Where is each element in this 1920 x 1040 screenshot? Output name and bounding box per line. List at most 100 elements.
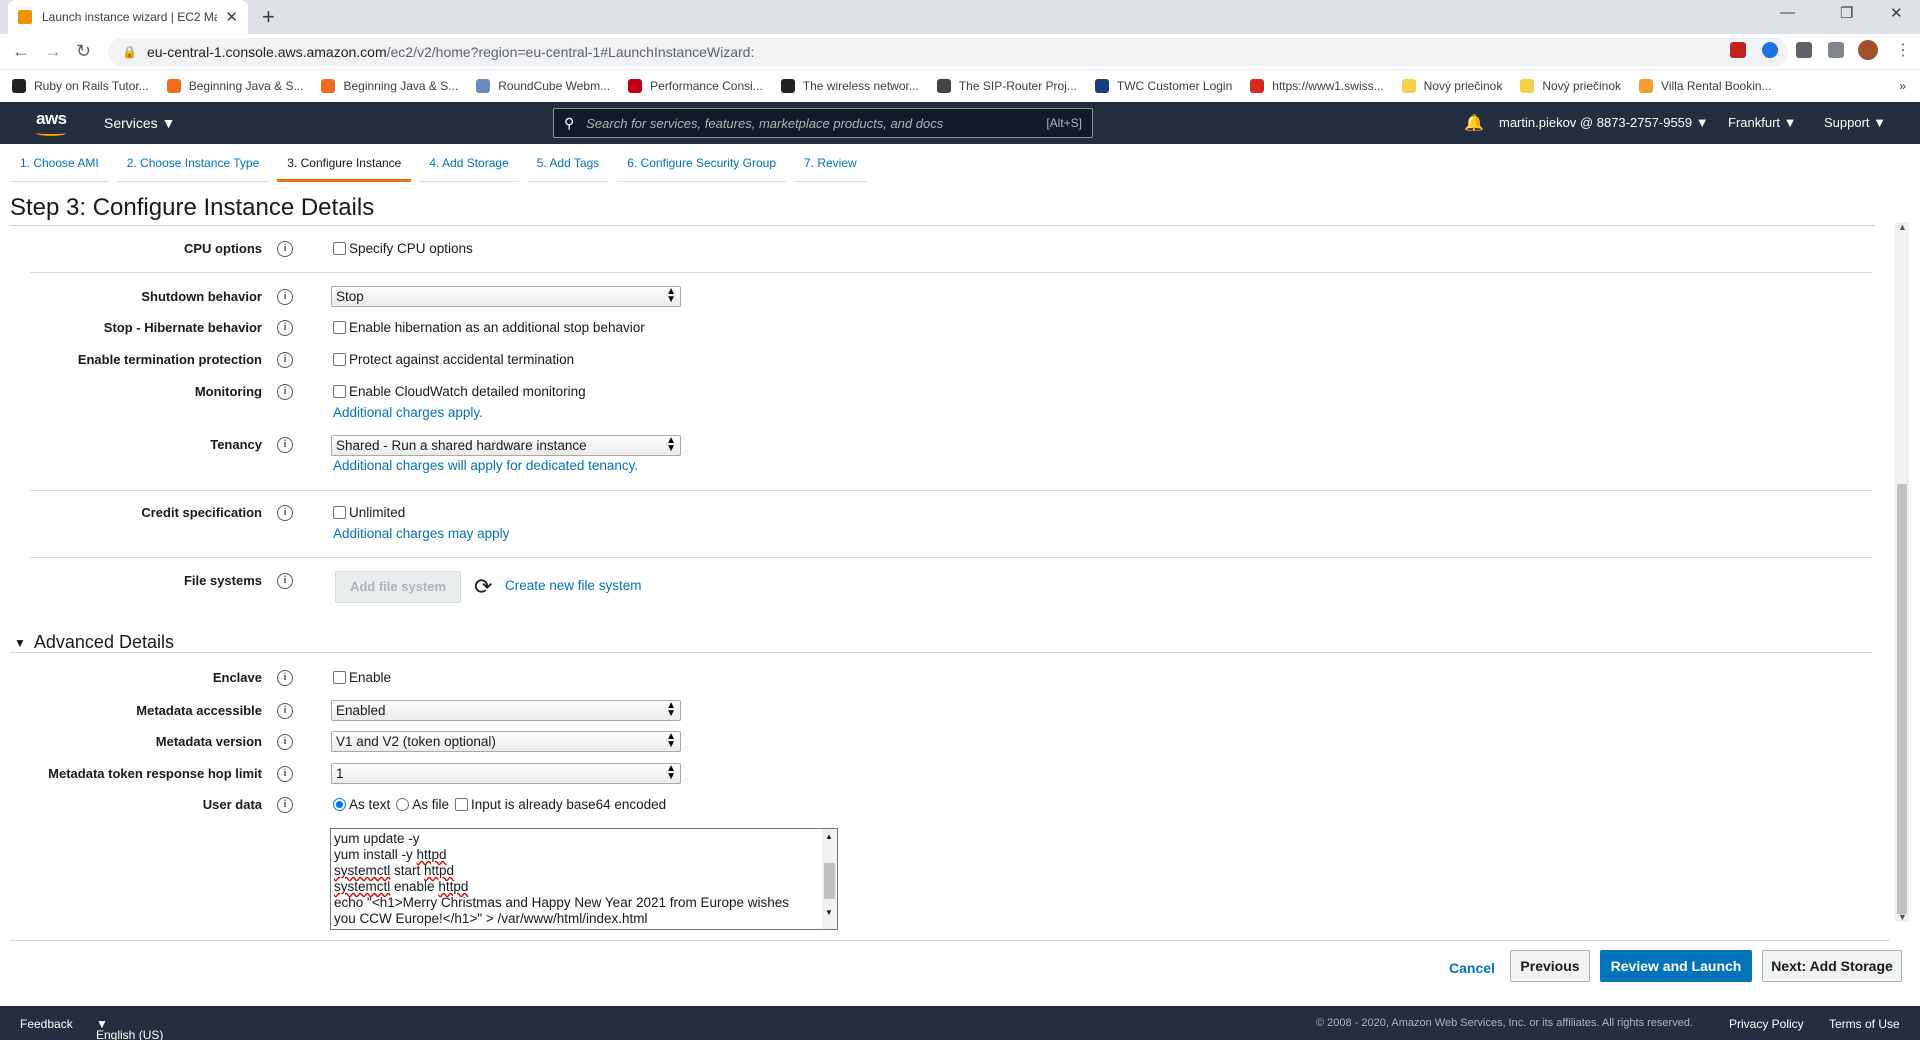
close-tab-icon[interactable]: ✕ (225, 8, 238, 26)
caret-down-icon: ▼ (14, 635, 26, 650)
monitoring-checkbox[interactable] (333, 385, 346, 398)
credit-charges-link[interactable]: Additional charges may apply (333, 526, 509, 541)
extension-icon[interactable] (1730, 42, 1746, 58)
info-icon[interactable]: i (277, 437, 293, 453)
bookmark-item[interactable]: Beginning Java & S... (321, 79, 458, 93)
info-icon[interactable]: i (277, 289, 293, 305)
back-icon[interactable]: ← (12, 41, 30, 62)
bookmark-item[interactable]: Performance Consi... (628, 79, 763, 93)
reading-list-icon[interactable] (1828, 42, 1844, 58)
privacy-policy-link[interactable]: Privacy Policy (1729, 1017, 1804, 1031)
info-icon[interactable]: i (277, 766, 293, 782)
add-file-system-button[interactable]: Add file system (335, 571, 461, 603)
bookmark-item[interactable]: TWC Customer Login (1094, 79, 1233, 93)
account-menu[interactable]: martin.piekov @ 8873-2757-9559 ▼ (1499, 115, 1709, 130)
services-menu[interactable]: Services ▼ (104, 115, 175, 131)
info-icon[interactable]: i (277, 703, 293, 719)
scroll-down-icon[interactable]: ▼ (825, 905, 833, 921)
base64-checkbox[interactable] (455, 798, 469, 811)
bookmark-item[interactable]: The wireless networ... (780, 79, 919, 93)
window-close-icon[interactable]: ✕ (1890, 4, 1903, 22)
lock-icon: 🔒 (122, 45, 137, 59)
scroll-thumb[interactable] (1897, 484, 1907, 914)
bookmark-item[interactable]: The SIP-Router Proj... (936, 79, 1077, 93)
bookmarks-overflow-icon[interactable]: » (1899, 79, 1906, 93)
termination-checkbox[interactable] (333, 353, 346, 366)
bell-icon[interactable]: 🔔 (1464, 113, 1484, 133)
bookmark-item[interactable]: Nový priečinok (1520, 79, 1621, 93)
user-data-textarea[interactable]: yum update -y yum install -y httpd syste… (330, 828, 838, 930)
shutdown-behavior-select[interactable]: Stop ▲ ▼ (331, 286, 681, 307)
page-scrollbar[interactable]: ▲ ▼ (1895, 222, 1909, 922)
metadata-accessible-select[interactable]: Enabled ▲ ▼ (331, 700, 681, 721)
minimize-icon[interactable]: — (1780, 4, 1795, 21)
as-file-radio[interactable] (396, 798, 410, 811)
advanced-details-toggle[interactable]: ▼ Advanced Details (14, 632, 174, 653)
terms-of-use-link[interactable]: Terms of Use (1829, 1017, 1900, 1031)
support-menu[interactable]: Support ▼ (1824, 115, 1886, 130)
info-icon[interactable]: i (277, 320, 293, 336)
cpu-options-label: CPU options (184, 241, 262, 256)
next-add-storage-button[interactable]: Next: Add Storage (1762, 950, 1902, 982)
info-icon[interactable]: i (277, 734, 293, 750)
step-add-tags[interactable]: 5. Add Tags (526, 144, 610, 182)
info-icon[interactable]: i (277, 670, 293, 686)
unlimited-checkbox[interactable] (333, 506, 346, 519)
bookmark-item[interactable]: RoundCube Webm... (476, 79, 610, 93)
bookmark-label: TWC Customer Login (1116, 79, 1233, 93)
feedback-link[interactable]: Feedback (20, 1017, 73, 1031)
browser-tab[interactable]: Launch instance wizard | EC2 Ma ✕ (8, 0, 248, 34)
language-menu[interactable]: English (US) ▼ (96, 1017, 163, 1040)
refresh-icon[interactable]: ⟳ (474, 574, 492, 600)
info-icon[interactable]: i (277, 352, 293, 368)
metadata-version-select[interactable]: V1 and V2 (token optional) ▲ ▼ (331, 731, 681, 752)
as-text-radio[interactable] (333, 798, 346, 811)
extensions-puzzle-icon[interactable] (1796, 42, 1812, 58)
scroll-up-icon[interactable]: ▲ (825, 829, 833, 845)
divider (10, 225, 1875, 226)
step-review[interactable]: 7. Review (794, 144, 867, 182)
menu-kebab-icon[interactable]: ⋮ (1895, 40, 1911, 60)
profile-avatar[interactable] (1858, 40, 1878, 60)
tenancy-select[interactable]: Shared - Run a shared hardware instance ▲… (331, 435, 681, 456)
info-icon[interactable]: i (277, 505, 293, 521)
monitoring-charges-link[interactable]: Additional charges apply. (333, 405, 483, 420)
code-text: yum install -y (334, 847, 417, 862)
bookmark-item[interactable]: Nový priečinok (1401, 79, 1502, 93)
reload-icon[interactable]: ↻ (76, 41, 91, 62)
hop-limit-select[interactable]: 1 ▲ ▼ (331, 763, 681, 784)
cancel-button[interactable]: Cancel (1449, 960, 1495, 976)
scroll-thumb[interactable] (824, 863, 835, 899)
aws-search[interactable]: ⚲ Search for services, features, marketp… (553, 108, 1093, 138)
maximize-icon[interactable]: ❐ (1840, 4, 1853, 22)
forward-icon[interactable]: → (44, 41, 62, 62)
step-choose-ami[interactable]: 1. Choose AMI (10, 144, 109, 182)
create-file-system-link[interactable]: Create new file system (505, 578, 642, 593)
review-and-launch-button[interactable]: Review and Launch (1600, 950, 1752, 982)
region-menu[interactable]: Frankfurt ▼ (1728, 115, 1797, 130)
scroll-down-icon[interactable]: ▼ (1898, 912, 1907, 922)
hibernate-checkbox[interactable] (333, 321, 346, 334)
bookmark-item[interactable]: Beginning Java & S... (166, 79, 303, 93)
scroll-up-icon[interactable]: ▲ (1898, 222, 1907, 232)
step-configure-instance[interactable]: 3. Configure Instance (277, 144, 412, 182)
info-icon[interactable]: i (277, 797, 293, 813)
aws-logo[interactable]: aws (36, 109, 67, 136)
bookmark-item[interactable]: Ruby on Rails Tutor... (12, 79, 149, 93)
step-security-group[interactable]: 6. Configure Security Group (617, 144, 786, 182)
bookmark-item[interactable]: https://www1.swiss... (1250, 79, 1384, 93)
info-icon[interactable]: i (277, 384, 293, 400)
textarea-scrollbar[interactable]: ▲ ▼ (822, 829, 837, 929)
new-tab-icon[interactable]: + (262, 4, 275, 30)
info-icon[interactable]: i (277, 241, 293, 257)
previous-button[interactable]: Previous (1510, 950, 1590, 982)
tenancy-charges-link[interactable]: Additional charges will apply for dedica… (333, 458, 638, 473)
info-icon[interactable]: i (277, 573, 293, 589)
step-add-storage[interactable]: 4. Add Storage (419, 144, 519, 182)
zoom-extension-icon[interactable] (1762, 42, 1778, 58)
enclave-checkbox[interactable] (333, 671, 346, 684)
address-bar[interactable]: 🔒 eu-central-1.console.aws.amazon.com /e… (108, 38, 1788, 66)
step-choose-instance-type[interactable]: 2. Choose Instance Type (116, 144, 270, 182)
cpu-options-checkbox[interactable] (333, 242, 346, 255)
bookmark-item[interactable]: Villa Rental Bookin... (1639, 79, 1772, 93)
